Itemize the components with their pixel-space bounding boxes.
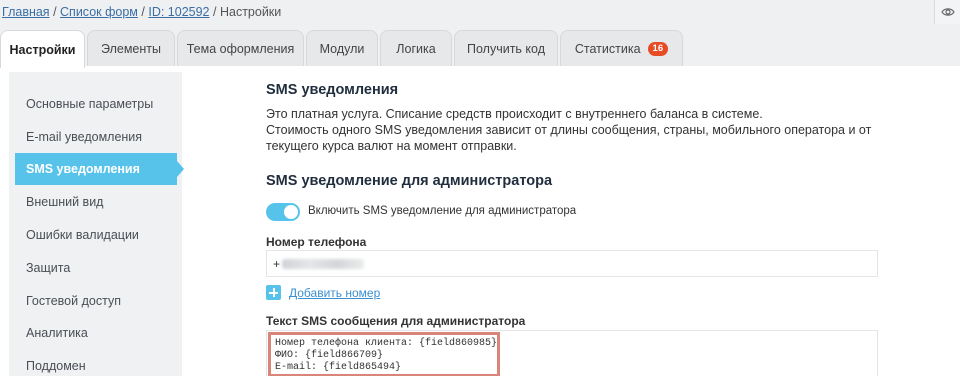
sidebar-item-basic[interactable]: Основные параметры (15, 88, 177, 120)
sms-text-highlight: Номер телефона клиента: {field860985} ФИО… (268, 332, 500, 376)
sidebar-item-label: E-mail уведомления (26, 130, 143, 144)
breadcrumb-forms-link[interactable]: Список форм (60, 5, 138, 19)
breadcrumb-separator: / (141, 5, 145, 19)
tab-label: Получить код (467, 41, 545, 56)
tab-label: Логика (396, 41, 436, 56)
breadcrumb-home-link[interactable]: Главная (2, 5, 50, 19)
tab-label: Тема оформления (186, 41, 295, 56)
description-line: Стоимость одного SMS уведомления зависит… (266, 123, 872, 153)
sidebar-item-label: Аналитика (26, 326, 88, 340)
tab-modules[interactable]: Модули (306, 30, 378, 66)
page-title: SMS уведомления (266, 82, 399, 98)
tab-label: Статистика (574, 41, 641, 56)
sidebar-item-label: Ошибки валидации (26, 228, 139, 242)
breadcrumb-id-link[interactable]: ID: 102592 (148, 5, 209, 19)
sidebar-item-protection[interactable]: Защита (15, 252, 177, 284)
tab-elements[interactable]: Элементы (87, 30, 175, 66)
sms-text-field[interactable]: Номер телефона клиента: {field860985} ФИО… (266, 330, 878, 376)
admin-sms-toggle[interactable] (266, 203, 300, 221)
phone-input[interactable]: + (266, 250, 878, 277)
tab-logic[interactable]: Логика (380, 30, 452, 66)
preview-button[interactable] (934, 0, 960, 24)
tab-settings[interactable]: Настройки (0, 30, 85, 68)
sms-text-label: Текст SMS сообщения для администратора (266, 314, 526, 328)
phone-label: Номер телефона (266, 235, 367, 249)
settings-panel: Основные параметры E-mail уведомления SM… (0, 66, 960, 376)
admin-sms-toggle-label: Включить SMS уведомление для администрат… (308, 205, 577, 217)
sms-text-line: E-mail: {field865494} (275, 362, 402, 373)
sidebar-item-label: Внешний вид (26, 195, 104, 209)
tab-label: Настройки (9, 42, 76, 57)
sms-text-line: Номер телефона клиента: {field860985} (275, 338, 498, 349)
tab-get-code[interactable]: Получить код (454, 30, 558, 66)
plus-icon[interactable] (266, 285, 281, 300)
sidebar-item-label: Гостевой доступ (26, 294, 121, 308)
sidebar-item-label: Защита (26, 261, 71, 275)
tab-theme[interactable]: Тема оформления (177, 30, 304, 66)
breadcrumb-current: Настройки (219, 5, 282, 19)
tab-statistics[interactable]: Статистика 16 (560, 30, 683, 66)
tab-bar: Настройки Элементы Тема оформления Модул… (0, 30, 960, 68)
sidebar-item-email[interactable]: E-mail уведомления (15, 121, 177, 153)
sidebar-item-subdomain[interactable]: Поддомен (15, 350, 177, 376)
description: Это платная услуга. Списание средств про… (266, 106, 878, 154)
sidebar-item-label: Поддомен (26, 359, 86, 373)
sidebar-item-label: SMS уведомления (26, 162, 140, 176)
tab-label: Элементы (101, 41, 161, 56)
tab-label: Модули (319, 41, 365, 56)
statistics-count-badge: 16 (647, 41, 669, 56)
add-number-row: Добавить номер (266, 285, 380, 300)
breadcrumb: Главная / Список форм / ID: 102592 / Нас… (2, 5, 281, 19)
add-number-link[interactable]: Добавить номер (289, 286, 380, 300)
sidebar-item-sms[interactable]: SMS уведомления (15, 153, 184, 185)
admin-section-title: SMS уведомление для администратора (266, 173, 553, 189)
top-bar: Главная / Список форм / ID: 102592 / Нас… (0, 0, 960, 26)
sidebar-item-appearance[interactable]: Внешний вид (15, 186, 177, 218)
redacted-phone-number (282, 258, 365, 269)
sidebar-item-validation[interactable]: Ошибки валидации (15, 219, 177, 251)
eye-icon (940, 8, 955, 16)
sidebar-item-label: Основные параметры (26, 97, 154, 111)
sidebar-item-analytics[interactable]: Аналитика (15, 317, 177, 349)
sms-text-line: ФИО: {field866709} (275, 350, 384, 361)
sidebar-item-guest-access[interactable]: Гостевой доступ (15, 285, 177, 317)
description-line: Это платная услуга. Списание средств про… (266, 107, 763, 121)
settings-sidebar: Основные параметры E-mail уведомления SM… (9, 72, 184, 376)
toggle-knob (284, 205, 298, 219)
breadcrumb-separator: / (53, 5, 57, 19)
breadcrumb-separator: / (213, 5, 217, 19)
phone-prefix: + (273, 256, 281, 271)
